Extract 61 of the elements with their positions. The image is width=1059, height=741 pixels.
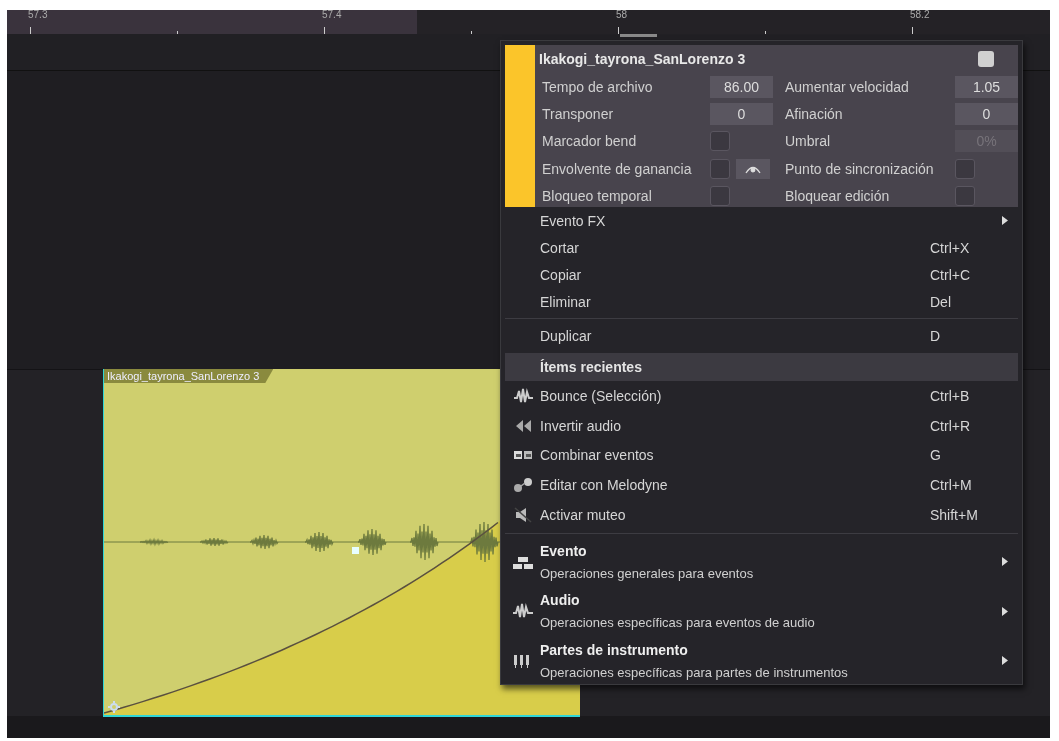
menu-item[interactable]: Eliminar Del	[505, 288, 1018, 315]
shortcut-label: Ctrl+R	[930, 417, 972, 434]
curve-button[interactable]	[736, 158, 770, 179]
shortcut-label: Ctrl+M	[930, 477, 973, 494]
menu-item[interactable]: Copiar Ctrl+C	[505, 261, 1018, 288]
field-label: Bloquear edición	[785, 188, 891, 205]
timeline-ruler[interactable]: 57.3 57.4 58 58.2	[7, 10, 1050, 34]
menu-item-label: Cortar	[540, 239, 580, 256]
envelope-curve[interactable]	[104, 521, 499, 714]
event-title: Ikakogi_tayrona_SanLorenzo 3	[104, 369, 274, 383]
event-checkbox[interactable]	[978, 51, 994, 67]
number-field[interactable]: 1.05	[955, 75, 1018, 98]
gear-icon[interactable]	[108, 701, 120, 713]
shortcut-label: Ctrl+C	[930, 266, 972, 283]
shortcut-label: Ctrl+B	[930, 387, 971, 404]
shortcut-label: G	[930, 447, 942, 464]
checkbox[interactable]	[710, 186, 730, 207]
field-label: Punto de sincronización	[785, 160, 935, 177]
menu-item[interactable]: Duplicar D	[505, 322, 1018, 349]
loop-marker[interactable]	[620, 34, 657, 37]
submenu-arrow-icon	[1002, 557, 1008, 567]
menu-item[interactable]: Cortar Ctrl+X	[505, 234, 1018, 261]
submenu-arrow-icon	[1002, 216, 1008, 225]
muted-speaker-icon	[512, 507, 533, 524]
field-label: Afinación	[785, 106, 844, 123]
number-field[interactable]: 0	[710, 103, 773, 126]
field-label: Marcador bend	[542, 133, 638, 150]
menu-item-label: Eliminar	[540, 293, 592, 310]
menu-item-label: Evento FX	[540, 212, 607, 229]
submenu-arrow-icon	[1002, 656, 1008, 666]
field-label: Tempo de archivo	[542, 78, 654, 95]
number-field[interactable]: 86.00	[710, 75, 773, 98]
field-label: Envolvente de ganancia	[542, 160, 693, 177]
field-label: Umbral	[785, 133, 832, 150]
number-field[interactable]: 0	[955, 103, 1018, 126]
ruler-label: 57.4	[322, 10, 342, 20]
shortcut-label: Ctrl+X	[930, 239, 971, 256]
waveform-icon	[512, 387, 533, 404]
checkbox[interactable]	[955, 186, 975, 207]
shortcut-label: Del	[930, 293, 952, 310]
envelope-handle[interactable]	[352, 547, 359, 554]
menu-item-label: Duplicar	[540, 327, 593, 344]
blobs-icon	[512, 477, 533, 494]
checkbox[interactable]	[955, 158, 975, 179]
submenu-arrow-icon	[1002, 606, 1008, 616]
menu-item-label: Copiar	[540, 266, 583, 283]
field-label: Bloqueo temporal	[542, 188, 653, 205]
menu-group-title: Audio	[540, 592, 581, 609]
checkbox[interactable]	[710, 131, 730, 152]
shortcut-label: Shift+M	[930, 507, 979, 524]
field-label: Aumentar velocidad	[785, 78, 910, 95]
checkbox[interactable]	[710, 158, 730, 179]
waveform-icon	[511, 603, 534, 620]
ruler-label: 58.2	[910, 10, 930, 20]
section-heading: Ítems recientes	[505, 353, 1018, 381]
menu-item[interactable]: Evento FX	[505, 207, 1018, 234]
ruler-label: 57.3	[28, 10, 48, 20]
event-name: Ikakogi_tayrona_SanLorenzo 3	[539, 50, 746, 69]
ruler-label: 58	[616, 10, 628, 20]
field-label: Transponer	[542, 106, 615, 123]
shortcut-label: D	[930, 327, 942, 344]
